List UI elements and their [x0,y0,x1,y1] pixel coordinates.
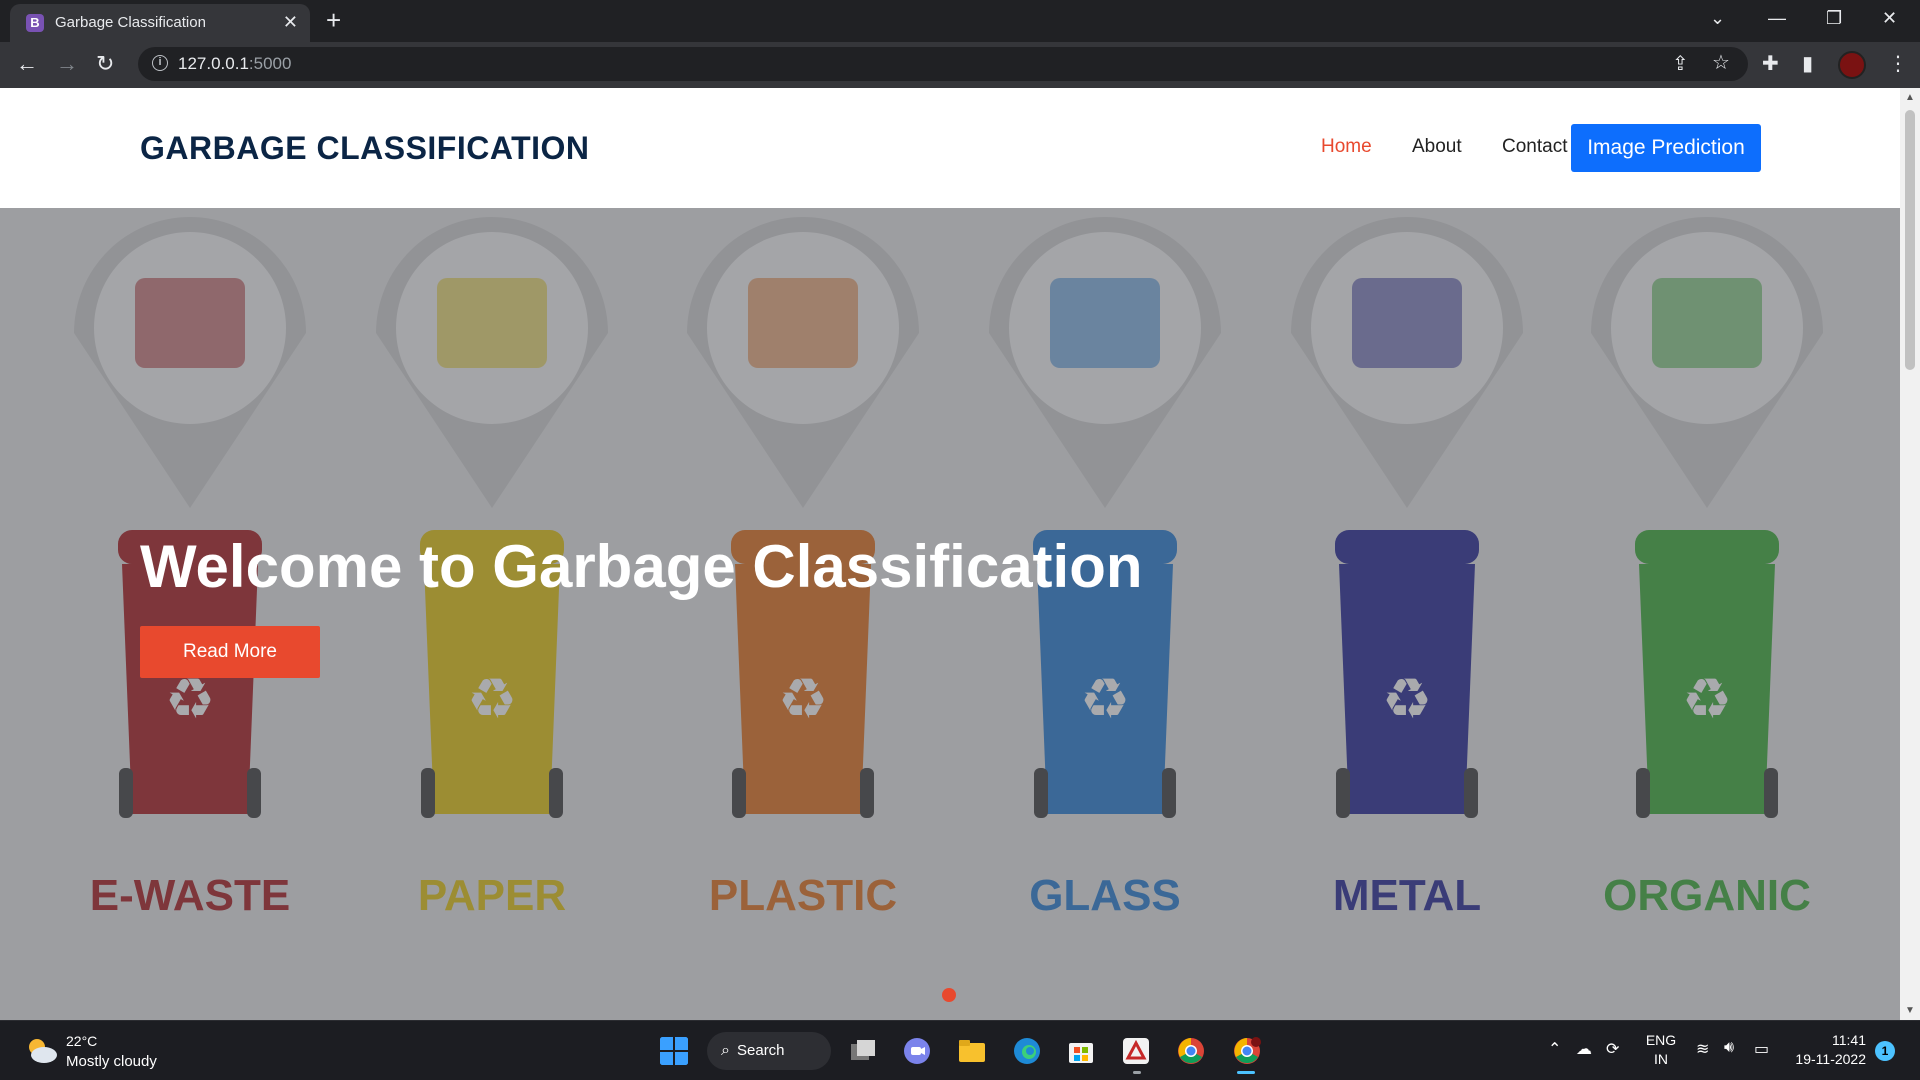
tab-search-chevron-icon[interactable]: ⌄ [1710,6,1725,30]
browser-toolbar: ← → ↻ i 127.0.0.1:5000 ⇪ ☆ ✚ ▮ ⋮ [0,42,1920,88]
minimize-icon[interactable]: — [1768,6,1786,30]
input-language[interactable]: ENG IN [1644,1031,1678,1069]
task-view-icon[interactable] [848,1036,878,1066]
clock[interactable]: 11:41 19-11-2022 [1780,1031,1866,1069]
side-panel-icon[interactable]: ▮ [1802,52,1813,76]
read-more-button[interactable]: Read More [140,626,320,678]
edge-browser-icon[interactable] [1012,1036,1042,1066]
search-icon: ⌕ [721,1042,730,1059]
nav-about[interactable]: About [1412,136,1462,158]
page-scrollbar[interactable]: ▲ ▼ [1900,88,1920,1020]
browser-tab-strip: B Garbage Classification ✕ + ⌄ — ❐ ✕ [0,0,1920,42]
scroll-thumb[interactable] [1905,110,1915,370]
file-explorer-icon[interactable] [957,1036,987,1066]
cloudy-weather-icon[interactable] [24,1035,58,1065]
browser-tab[interactable]: B Garbage Classification ✕ [10,4,310,42]
scroll-up-arrow-icon[interactable]: ▲ [1905,92,1915,103]
wifi-icon[interactable]: ≋ [1696,1039,1709,1059]
site-brand[interactable]: GARBAGE CLASSIFICATION [140,130,590,167]
microsoft-store-icon[interactable] [1066,1036,1096,1066]
tab-title: Garbage Classification [55,14,206,31]
active-indicator [1237,1071,1255,1074]
share-icon[interactable]: ⇪ [1672,52,1689,76]
weather-description[interactable]: Mostly cloudy [66,1053,157,1070]
carousel-indicator[interactable] [942,988,956,1002]
url-text: 127.0.0.1:5000 [178,54,292,73]
notification-badge[interactable]: 1 [1875,1041,1895,1061]
windows-start-icon[interactable] [659,1036,689,1066]
extensions-puzzle-icon[interactable]: ✚ [1762,52,1779,76]
site-info-icon[interactable]: i [152,55,168,71]
taskbar-search[interactable]: ⌕ Search [707,1032,831,1070]
teams-chat-icon[interactable] [902,1036,932,1066]
address-bar[interactable]: i 127.0.0.1:5000 ⇪ ☆ [138,47,1748,81]
new-tab-icon[interactable]: + [326,6,341,34]
bookmark-star-icon[interactable]: ☆ [1712,51,1730,75]
chrome-menu-icon[interactable]: ⋮ [1888,52,1908,76]
running-indicator [1133,1071,1141,1074]
hero-title: Welcome to Garbage Classification [140,533,1143,600]
forward-icon[interactable]: → [56,51,78,77]
app-red-icon[interactable] [1121,1036,1151,1066]
nav-home[interactable]: Home [1321,136,1372,158]
profile-avatar[interactable] [1838,51,1866,79]
close-tab-icon[interactable]: ✕ [283,12,298,32]
reload-icon[interactable]: ↻ [96,51,114,77]
chrome-active-icon[interactable] [1232,1036,1262,1066]
chrome-icon[interactable] [1176,1036,1206,1066]
onedrive-cloud-icon[interactable]: ☁ [1576,1039,1592,1059]
weather-temperature[interactable]: 22°C [66,1033,97,1049]
bootstrap-favicon-icon: B [26,14,44,32]
image-prediction-button[interactable]: Image Prediction [1571,124,1761,172]
hero-overlay [0,208,1900,1020]
windows-taskbar: 22°C Mostly cloudy ⌕ Search ⌃ ☁ ⟳ ENG IN … [0,1020,1920,1080]
site-header: GARBAGE CLASSIFICATION Home About Contac… [0,88,1900,208]
show-hidden-icons-icon[interactable]: ⌃ [1548,1039,1561,1059]
nav-contact[interactable]: Contact [1502,136,1567,158]
restore-icon[interactable]: ❐ [1826,6,1842,30]
hero-carousel: ♻E-WASTE♻PAPER♻PLASTIC♻GLASS♻METAL♻ORGAN… [0,208,1900,1020]
battery-icon[interactable]: ▭ [1754,1039,1769,1059]
close-window-icon[interactable]: ✕ [1882,6,1897,30]
sync-icon[interactable]: ⟳ [1606,1039,1619,1059]
scroll-down-arrow-icon[interactable]: ▼ [1905,1005,1915,1016]
page-viewport: GARBAGE CLASSIFICATION Home About Contac… [0,88,1900,1020]
volume-icon[interactable]: 🔊︎ [1724,1039,1734,1057]
back-icon[interactable]: ← [16,51,38,77]
